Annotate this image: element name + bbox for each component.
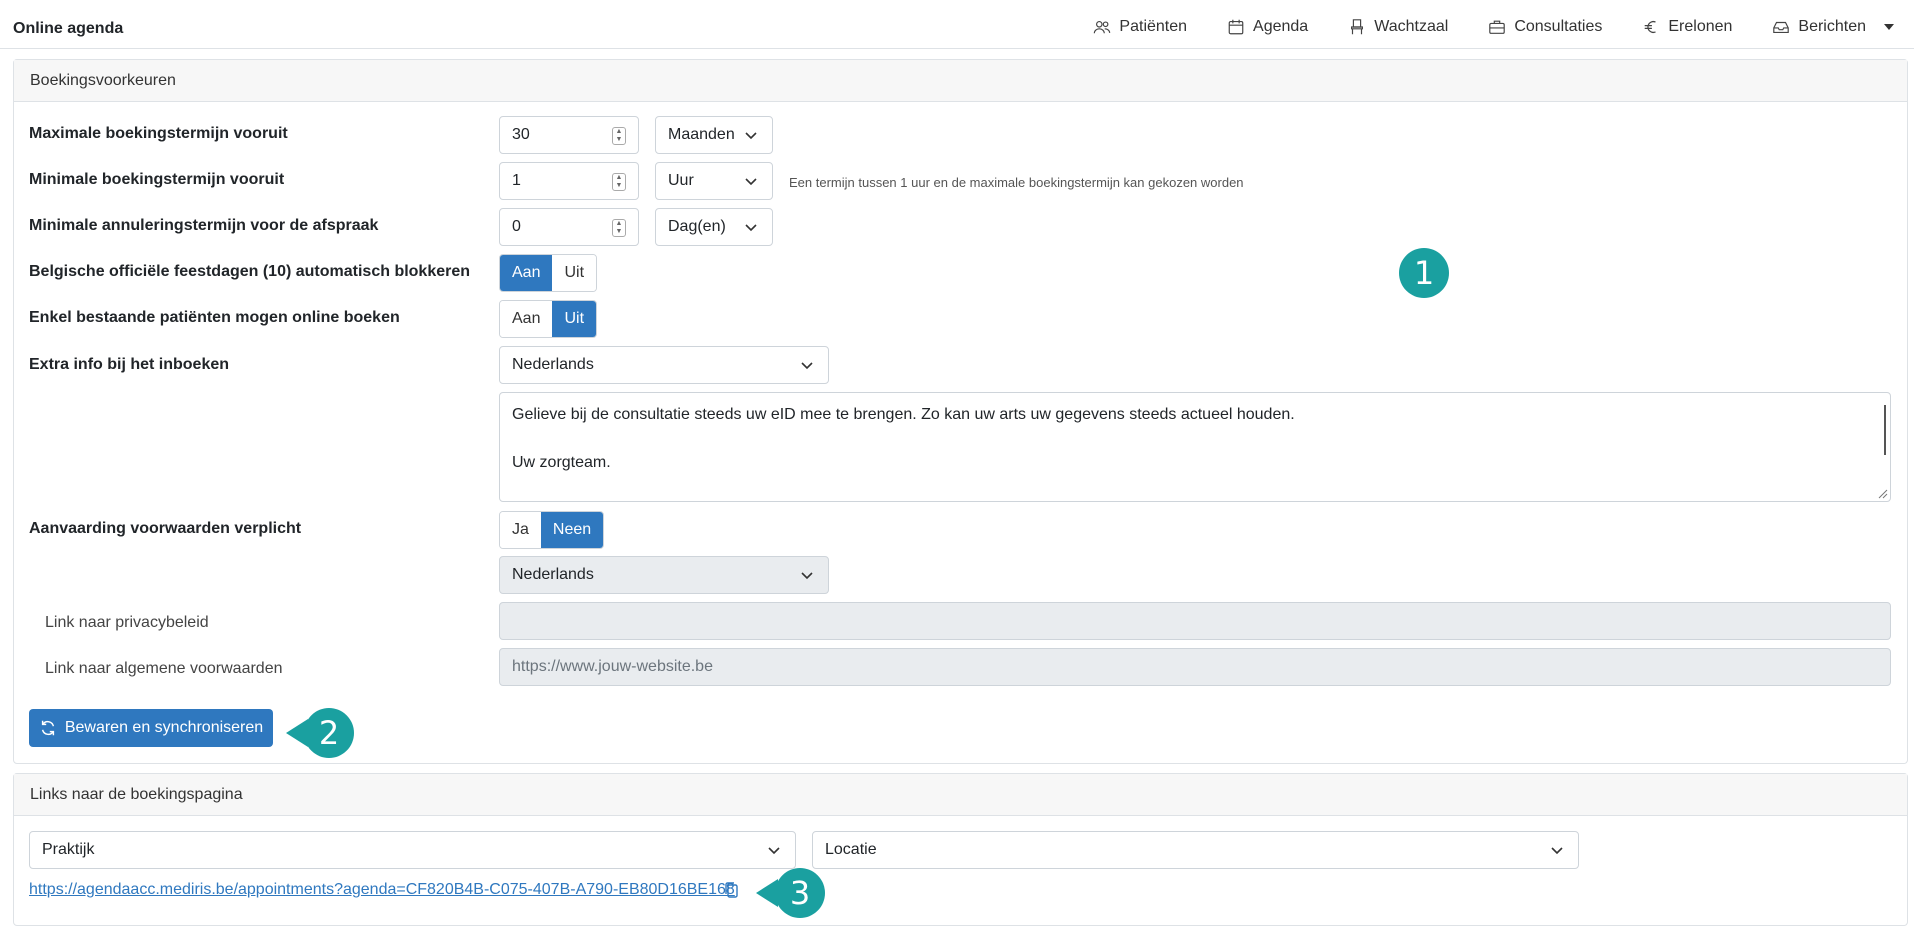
cancel-term-label: Minimale annuleringstermijn voor de afsp… (29, 217, 379, 234)
chevron-down-icon (801, 572, 813, 580)
extra-info-language-select[interactable]: Nederlands (499, 346, 829, 384)
existing-patients-label: Enkel bestaande patiënten mogen online b… (29, 309, 400, 326)
main-nav: Patiënten Agenda Wachtzaal Consultaties … (1053, 18, 1894, 36)
location-select[interactable]: Locatie (812, 831, 1579, 869)
booking-page-link[interactable]: https://agendaacc.mediris.be/appointment… (29, 881, 735, 899)
terms-label: Aanvaarding voorwaarden verplicht (29, 520, 302, 537)
resize-handle-icon[interactable] (1876, 487, 1888, 499)
chevron-down-icon (1884, 24, 1894, 30)
extra-info-label: Extra info bij het inboeken (29, 356, 230, 373)
holidays-off-button[interactable]: Uit (552, 255, 597, 291)
extra-info-textarea[interactable]: Gelieve bij de consultatie steeds uw eID… (499, 392, 1891, 502)
terms-toggle: Ja Neen (499, 511, 605, 549)
callout-badge-3: 3 (775, 868, 825, 918)
callout-badge-2: 2 (304, 708, 354, 758)
min-term-unit-select[interactable]: Uur (655, 162, 773, 200)
card-header-links: Links naar de boekingspagina (14, 774, 1907, 816)
terms-no-button[interactable]: Neen (540, 512, 604, 548)
briefcase-icon (1489, 20, 1506, 34)
save-sync-button[interactable]: Bewaren en synchroniseren (29, 709, 273, 747)
page-title: Online agenda (13, 20, 124, 37)
existing-patients-off-button[interactable]: Uit (552, 301, 597, 337)
cancel-term-unit-select[interactable]: Dag(en) (655, 208, 773, 246)
chevron-down-icon (768, 847, 780, 855)
top-bar: Online agenda Patiënten Agenda Wachtzaal… (0, 0, 1914, 49)
chevron-down-icon (801, 362, 813, 370)
terms-language-select[interactable]: Nederlands (499, 556, 829, 594)
privacy-link-input[interactable] (499, 602, 1891, 640)
chevron-down-icon (745, 132, 757, 140)
sync-icon (41, 720, 54, 736)
scrollbar[interactable] (1884, 405, 1886, 455)
chevron-down-icon (745, 224, 757, 232)
cancel-term-input[interactable]: 0 ▲ ▼ (499, 208, 639, 246)
max-term-unit-select[interactable]: Maanden (655, 116, 773, 154)
euro-icon (1645, 20, 1657, 34)
holidays-on-button[interactable]: Aan (500, 255, 553, 291)
terms-yes-button[interactable]: Ja (500, 512, 541, 548)
users-icon (1094, 21, 1111, 34)
card-header-booking: Boekingsvoorkeuren (14, 60, 1907, 102)
privacy-link-label: Link naar privacybeleid (45, 614, 209, 631)
chair-icon (1351, 19, 1364, 35)
nav-item-erelonen[interactable]: Erelonen (1642, 18, 1732, 36)
nav-item-berichten[interactable]: Berichten (1772, 18, 1894, 36)
callout-badge-1: 1 (1399, 248, 1449, 298)
inbox-icon (1773, 21, 1790, 33)
chevron-down-icon (1551, 847, 1563, 855)
spinner-icon[interactable]: ▲ ▼ (612, 173, 626, 191)
existing-patients-toggle: Aan Uit (499, 300, 598, 338)
nav-item-patienten[interactable]: Patiënten (1093, 18, 1187, 36)
copy-icon[interactable] (723, 881, 739, 899)
practice-select[interactable]: Praktijk (29, 831, 796, 869)
max-term-input[interactable]: 30 ▲ ▼ (499, 116, 639, 154)
nav-item-agenda[interactable]: Agenda (1227, 18, 1308, 36)
min-term-input[interactable]: 1 ▲ ▼ (499, 162, 639, 200)
general-terms-link-input[interactable]: https://www.jouw-website.be (499, 648, 1891, 686)
nav-item-consultaties[interactable]: Consultaties (1488, 18, 1602, 36)
nav-item-wachtzaal[interactable]: Wachtzaal (1348, 18, 1448, 36)
holidays-toggle: Aan Uit (499, 254, 598, 292)
spinner-icon[interactable]: ▲ ▼ (612, 219, 626, 237)
min-term-label: Minimale boekingstermijn vooruit (29, 171, 285, 188)
min-term-hint: Een termijn tussen 1 uur en de maximale … (789, 175, 1244, 190)
holidays-label: Belgische officiële feestdagen (10) auto… (29, 263, 471, 280)
existing-patients-on-button[interactable]: Aan (500, 301, 553, 337)
chevron-down-icon (745, 178, 757, 186)
max-term-label: Maximale boekingstermijn vooruit (29, 125, 288, 142)
general-terms-link-label: Link naar algemene voorwaarden (45, 660, 283, 677)
spinner-icon[interactable]: ▲ ▼ (612, 127, 626, 145)
calendar-icon (1228, 19, 1244, 35)
